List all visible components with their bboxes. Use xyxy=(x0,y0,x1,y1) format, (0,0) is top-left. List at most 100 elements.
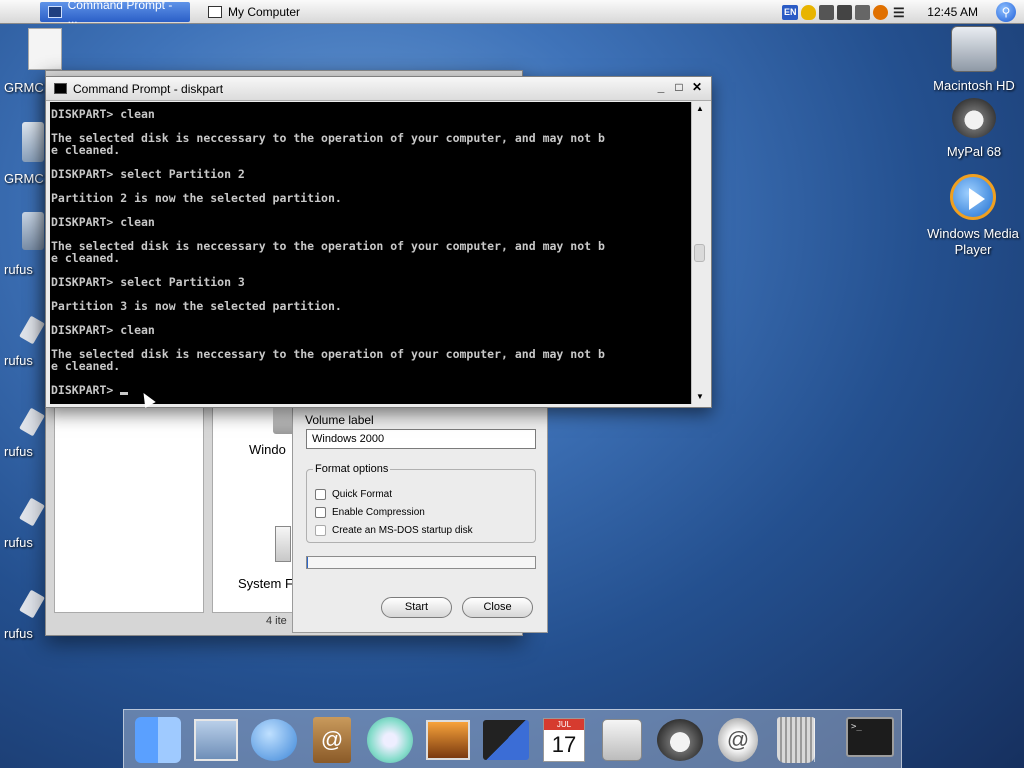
clock[interactable]: 12:45 AM xyxy=(927,5,978,19)
console-line: The selected disk is neccessary to the o… xyxy=(51,239,605,253)
ichat-icon[interactable] xyxy=(248,714,300,766)
command-prompt-icon xyxy=(48,5,62,18)
msdos-startup-disk-label: Create an MS-DOS startup disk xyxy=(332,525,473,536)
console-line: e cleaned. xyxy=(51,359,121,373)
network-icon[interactable] xyxy=(837,4,853,20)
desktop-icon-label[interactable]: rufus xyxy=(4,444,33,459)
minimized-terminal-icon[interactable]: >_ xyxy=(846,717,894,757)
address-book-icon[interactable]: @ xyxy=(306,714,358,766)
desktop-icon-label: Windows Media Player xyxy=(927,226,1019,257)
mail-icon[interactable] xyxy=(190,714,242,766)
format-options-group: Format options Quick Format Enable Compr… xyxy=(306,463,536,543)
ical-month: JUL xyxy=(544,719,584,730)
hard-drive-icon xyxy=(951,26,997,72)
drive-icon[interactable] xyxy=(22,122,44,162)
desktop-icon-mypal[interactable]: MyPal 68 xyxy=(928,98,1020,159)
console-line: The selected disk is neccessary to the o… xyxy=(51,347,605,361)
start-button[interactable]: Start xyxy=(381,597,452,618)
top-menu-bar: Command Prompt - ... My Computer EN ☰ 12… xyxy=(0,0,1024,26)
console-line: Partition 3 is now the selected partitio… xyxy=(51,299,342,313)
scroll-down-arrow-icon[interactable]: ▼ xyxy=(692,390,708,404)
dock: @ JUL 17 @ >_ xyxy=(123,709,902,768)
minimize-button[interactable]: _ xyxy=(653,81,669,95)
finder-icon[interactable] xyxy=(132,714,184,766)
desktop-icon-label: Macintosh HD xyxy=(933,78,1015,93)
quick-format-option[interactable]: Quick Format xyxy=(315,489,392,500)
command-prompt-titlebar[interactable]: Command Prompt - diskpart _ □ ✕ xyxy=(46,77,711,101)
window-controls: _ □ ✕ xyxy=(651,81,705,95)
language-en-icon[interactable]: EN xyxy=(782,4,799,20)
system-preferences-icon[interactable] xyxy=(275,526,291,562)
maximize-button[interactable]: □ xyxy=(671,81,687,95)
search-tray-icon[interactable] xyxy=(873,4,889,20)
format-options-legend: Format options xyxy=(315,463,389,475)
close-button[interactable]: Close xyxy=(462,597,533,618)
enable-compression-checkbox[interactable] xyxy=(315,507,326,518)
console-line: e cleaned. xyxy=(51,251,121,265)
usb-drive-icon[interactable] xyxy=(19,315,45,345)
spotlight-search-icon[interactable]: ⚲ xyxy=(996,2,1016,22)
system-preferences-icon[interactable] xyxy=(596,714,648,766)
desktop-icon-label: MyPal 68 xyxy=(946,144,1002,159)
rufus-icon[interactable] xyxy=(22,212,44,250)
desktop-icon-label[interactable]: GRMC xyxy=(4,80,44,95)
imovie-icon[interactable] xyxy=(480,714,532,766)
volume-icon[interactable] xyxy=(819,4,835,20)
format-progress-fill xyxy=(307,557,308,568)
desktop-icon-label[interactable]: rufus xyxy=(4,262,33,277)
usb-drive-icon[interactable] xyxy=(19,589,45,619)
system-tray: EN ☰ 12:45 AM ⚲ xyxy=(782,0,1024,24)
command-prompt-window[interactable]: Command Prompt - diskpart _ □ ✕ DISKPART… xyxy=(45,76,712,408)
taskbar-item-label: My Computer xyxy=(228,4,301,19)
format-progress-bar xyxy=(306,556,536,569)
mypal-icon[interactable] xyxy=(654,714,706,766)
quick-format-label: Quick Format xyxy=(332,489,393,500)
command-prompt-icon xyxy=(54,83,67,94)
usb-drive-icon[interactable] xyxy=(19,497,45,527)
desktop-icon-label[interactable]: rufus xyxy=(4,535,33,550)
console-line: The selected disk is neccessary to the o… xyxy=(51,131,605,145)
console-line: DISKPART> clean xyxy=(51,107,155,121)
console-line: DISKPART> select Partition 3 xyxy=(51,275,245,289)
media-player-icon xyxy=(950,174,996,220)
console-scrollbar[interactable]: ▲ ▼ xyxy=(691,102,707,404)
enable-compression-label: Enable Compression xyxy=(332,507,425,518)
quick-format-checkbox[interactable] xyxy=(315,489,326,500)
format-dialog[interactable]: Volume label Windows 2000 Format options… xyxy=(292,400,548,633)
iphoto-icon[interactable] xyxy=(422,714,474,766)
usb-drive-icon[interactable] xyxy=(19,407,45,437)
desktop-icon-label[interactable]: rufus xyxy=(4,353,33,368)
taskbar-item-command-prompt[interactable]: Command Prompt - ... xyxy=(40,0,190,26)
ical-icon[interactable]: JUL 17 xyxy=(538,714,590,766)
msdos-startup-disk-option[interactable]: Create an MS-DOS startup disk xyxy=(315,525,473,536)
internet-connect-icon[interactable]: @ xyxy=(712,714,764,766)
raccoon-browser-icon xyxy=(952,98,996,138)
security-shield-icon[interactable] xyxy=(801,4,817,20)
explorer-item-windows[interactable]: Windo xyxy=(249,442,286,457)
window-title: Command Prompt - diskpart xyxy=(73,81,224,96)
dock-separator xyxy=(814,718,815,762)
desktop-icon-windows-media-player[interactable]: Windows Media Player xyxy=(924,174,1022,258)
document-icon[interactable] xyxy=(28,28,62,70)
itunes-icon[interactable] xyxy=(364,714,416,766)
enable-compression-option[interactable]: Enable Compression xyxy=(315,507,425,518)
close-window-button[interactable]: ✕ xyxy=(689,81,705,95)
console-line: e cleaned. xyxy=(51,143,121,157)
console-line: DISKPART> clean xyxy=(51,323,155,337)
explorer-item-system[interactable]: System F xyxy=(238,576,293,591)
console-cursor xyxy=(120,392,129,395)
msdos-startup-disk-checkbox[interactable] xyxy=(315,525,326,536)
my-computer-icon xyxy=(208,5,222,18)
taskbar-item-my-computer[interactable]: My Computer xyxy=(200,2,308,22)
explorer-status-bar: 4 ite xyxy=(266,615,287,627)
desktop-icon-label[interactable]: GRMC xyxy=(4,171,44,186)
list-icon[interactable]: ☰ xyxy=(891,5,906,20)
desktop-icon-macintosh-hd[interactable]: Macintosh HD xyxy=(928,26,1020,93)
volume-label-input[interactable]: Windows 2000 xyxy=(306,429,536,449)
sound-mute-icon[interactable] xyxy=(855,4,871,20)
scroll-thumb[interactable] xyxy=(694,244,705,262)
desktop-icon-label[interactable]: rufus xyxy=(4,626,33,641)
explorer-sidebar-pane[interactable] xyxy=(54,401,204,613)
scroll-up-arrow-icon[interactable]: ▲ xyxy=(692,102,708,116)
console-output[interactable]: DISKPART> clean The selected disk is necc… xyxy=(50,102,691,404)
